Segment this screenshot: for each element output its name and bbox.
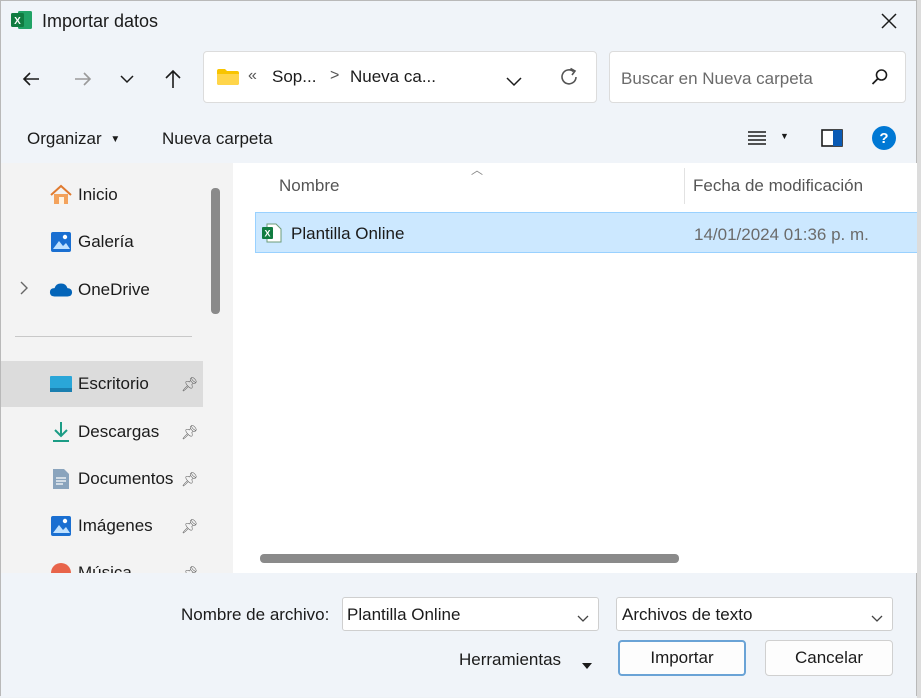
list-view-icon (748, 131, 766, 145)
command-bar: Organizar ▼ Nueva carpeta ▼ ? (1, 113, 916, 163)
sort-ascending-icon: ︿ (471, 163, 484, 177)
recent-locations-button[interactable] (113, 65, 141, 93)
new-folder-button[interactable]: Nueva carpeta (162, 129, 273, 149)
chevron-down-icon[interactable] (577, 608, 589, 628)
forward-arrow-icon (75, 72, 92, 86)
column-header-name[interactable]: Nombre (279, 176, 339, 196)
sidebar-item-label: OneDrive (78, 280, 150, 299)
filename-label: Nombre de archivo: (181, 605, 330, 624)
sidebar-item-galeria[interactable]: Galería (1, 219, 203, 265)
desktop-icon (49, 372, 73, 396)
pin-icon[interactable]: 📌︎ (181, 471, 199, 488)
search-icon (871, 68, 889, 91)
folder-icon (216, 68, 240, 91)
window-title: Importar datos (42, 11, 159, 31)
organize-label: Organizar (27, 129, 102, 148)
tools-menu[interactable]: Herramientas (459, 650, 561, 670)
sidebar-item-escritorio[interactable]: Escritorio 📌︎ (1, 361, 203, 407)
title-bar: X Importar datos (1, 1, 916, 41)
home-icon (49, 183, 73, 207)
excel-icon: X (11, 10, 33, 30)
svg-text:X: X (264, 229, 270, 239)
sidebar-item-descargas[interactable]: Descargas 📌︎ (1, 409, 203, 455)
chevron-down-icon (120, 75, 134, 84)
pictures-icon (49, 514, 73, 538)
refresh-icon (561, 67, 577, 85)
sidebar-item-label: Inicio (78, 185, 118, 204)
pin-icon[interactable]: 📌︎ (181, 565, 199, 574)
import-button[interactable]: Importar (618, 640, 746, 676)
address-bar[interactable]: « Sop... > Nueva ca... (203, 51, 597, 103)
caret-down-icon: ▼ (780, 131, 789, 141)
refresh-button[interactable] (558, 66, 580, 93)
expand-chevron-icon[interactable] (19, 280, 29, 300)
breadcrumb-item-nueva-carpeta[interactable]: Nueva ca... (350, 67, 436, 87)
forward-button[interactable] (69, 65, 97, 93)
caret-down-icon: ▼ (110, 134, 121, 145)
svg-text:X: X (14, 16, 21, 27)
pin-icon[interactable]: 📌︎ (181, 376, 199, 393)
file-list: ︿ Nombre Fecha de modificación X Plantil… (233, 163, 918, 573)
sidebar-item-label: Imágenes (78, 516, 153, 535)
gallery-icon (49, 230, 73, 254)
view-options-button[interactable]: ▼ (747, 130, 789, 151)
file-modified-date: 14/01/2024 01:36 p. m. (694, 225, 869, 244)
navigation-pane: Inicio Galería OneDrive Escritorio 📌︎ De… (1, 163, 203, 573)
download-icon (49, 420, 73, 444)
sidebar-item-label: Descargas (78, 422, 160, 441)
file-type-select[interactable]: Archivos de texto (616, 597, 893, 631)
chevron-down-icon (871, 608, 883, 628)
table-row[interactable]: X Plantilla Online 14/01/2024 01:36 p. m… (255, 212, 918, 253)
organize-menu[interactable]: Organizar ▼ (27, 129, 120, 149)
sidebar-item-label: Documentos (78, 469, 174, 488)
search-box[interactable]: Buscar en Nueva carpeta (609, 51, 906, 103)
music-icon (49, 561, 73, 573)
sidebar-scrollbar-thumb[interactable] (211, 188, 220, 314)
close-button[interactable] (872, 5, 906, 37)
cloud-icon (49, 278, 73, 302)
sidebar-item-imagenes[interactable]: Imágenes 📌︎ (1, 503, 203, 549)
sidebar-item-onedrive[interactable]: OneDrive (1, 267, 203, 313)
up-button[interactable] (159, 65, 187, 93)
column-divider[interactable] (684, 168, 685, 204)
sidebar-item-documentos[interactable]: Documentos 📌︎ (1, 456, 203, 502)
file-name: Plantilla Online (291, 224, 405, 243)
import-dialog: X Importar datos « Sop... > Nueva ca... … (0, 0, 918, 697)
help-icon: ? (879, 129, 889, 147)
file-type-value: Archivos de texto (622, 605, 753, 624)
caret-down-icon[interactable] (581, 655, 593, 675)
background-window-edge (917, 0, 921, 698)
breadcrumb-separator: > (330, 67, 340, 84)
filename-value: Plantilla Online (347, 605, 461, 624)
search-placeholder: Buscar en Nueva carpeta (621, 69, 813, 88)
excel-file-icon: X (262, 223, 282, 248)
sidebar-item-label: Galería (78, 232, 134, 251)
back-button[interactable] (17, 65, 45, 93)
sidebar-item-label: Música (78, 563, 132, 573)
sidebar-item-inicio[interactable]: Inicio (1, 172, 203, 218)
preview-pane-icon (821, 129, 843, 147)
breadcrumb-item-sop[interactable]: Sop... (272, 67, 316, 87)
close-icon (881, 13, 897, 29)
address-history-button[interactable] (506, 72, 522, 92)
horizontal-scrollbar-thumb[interactable] (260, 554, 679, 563)
help-button[interactable]: ? (872, 126, 896, 150)
navigation-bar: « Sop... > Nueva ca... Buscar en Nueva c… (1, 41, 916, 113)
breadcrumb-overflow[interactable]: « (248, 67, 257, 85)
dialog-footer: Nombre de archivo: Plantilla Online Arch… (1, 573, 916, 697)
up-arrow-icon (165, 69, 181, 88)
sidebar-item-musica[interactable]: Música 📌︎ (1, 550, 203, 573)
column-header-date[interactable]: Fecha de modificación (693, 176, 863, 196)
cancel-button[interactable]: Cancelar (765, 640, 893, 676)
preview-pane-button[interactable] (821, 129, 843, 152)
document-icon (49, 467, 73, 491)
pin-icon[interactable]: 📌︎ (181, 518, 199, 535)
chevron-down-icon (506, 77, 522, 87)
pin-icon[interactable]: 📌︎ (181, 424, 199, 441)
sidebar-item-label: Escritorio (78, 374, 149, 393)
filename-input[interactable]: Plantilla Online (342, 597, 599, 631)
sidebar-divider (15, 336, 192, 337)
back-arrow-icon (22, 72, 39, 86)
